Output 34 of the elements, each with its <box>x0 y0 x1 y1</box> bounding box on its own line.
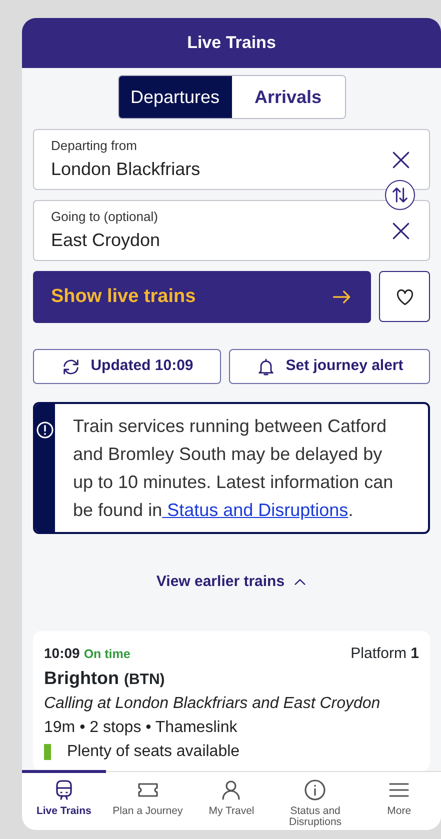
bell-icon <box>256 356 276 376</box>
header-title: Live Trains <box>22 18 441 68</box>
status-text: On time <box>84 646 130 662</box>
direction-tab[interactable]: Departures <box>118 76 232 118</box>
destination-text: Brighton (BTN) <box>44 667 166 690</box>
alert-icon <box>35 420 55 440</box>
refresh-icon <box>60 356 81 376</box>
show-trains-button[interactable]: Show live trains <box>33 271 371 323</box>
earlier-trains-button[interactable]: View earlier trains <box>150 570 313 594</box>
station-field[interactable]: Departing from London Blackfriars <box>33 129 430 190</box>
nav-tab[interactable]: My Travel <box>190 772 274 830</box>
field-label: Going to (optional) <box>51 208 159 226</box>
field-label: Departing from <box>51 137 138 156</box>
platform-text: Platform 1 <box>350 644 419 664</box>
journey-summary: 19m • 2 stops • Thameslink <box>44 718 238 738</box>
direction-tab[interactable]: Arrivals <box>232 76 344 118</box>
calling-text: Calling at London Blackfriars and East Croydon <box>44 694 382 714</box>
field-value: East Croydon <box>51 228 160 252</box>
station-field[interactable]: Going to (optional) East Croydon <box>33 200 430 261</box>
favourite-button[interactable] <box>379 271 430 322</box>
nav-tab[interactable]: More <box>357 772 441 830</box>
journey-alert-button[interactable]: Set journey alert <box>229 349 430 384</box>
nav-tab[interactable]: Live Trains <box>22 772 106 830</box>
status-link[interactable]: Status and Disruptions <box>162 500 348 520</box>
nav-tab[interactable]: Plan a Journey <box>106 772 190 830</box>
swap-arrows-icon <box>390 185 410 205</box>
field-value: London Blackfriars <box>51 158 200 181</box>
seats-text: Plenty of seats available <box>67 742 240 762</box>
info-icon <box>303 778 328 802</box>
departure-time: 10:09 <box>44 644 80 662</box>
train-card[interactable]: 10:09 On time Platform 1 Brighton (BTN) Calling at London Blackfriars and East Croydon 19m • 2 stops • Thameslink Plenty of seats available <box>33 630 430 770</box>
nav-tab[interactable]: Status and Disruptions <box>273 772 358 830</box>
refresh-button[interactable]: Updated 10:09 <box>33 349 221 384</box>
notice-text: Train services running between Catford and Bromley South may be delayed by up to 10 minutes. Latest information can be found in Status and Disruptions. <box>72 415 394 522</box>
